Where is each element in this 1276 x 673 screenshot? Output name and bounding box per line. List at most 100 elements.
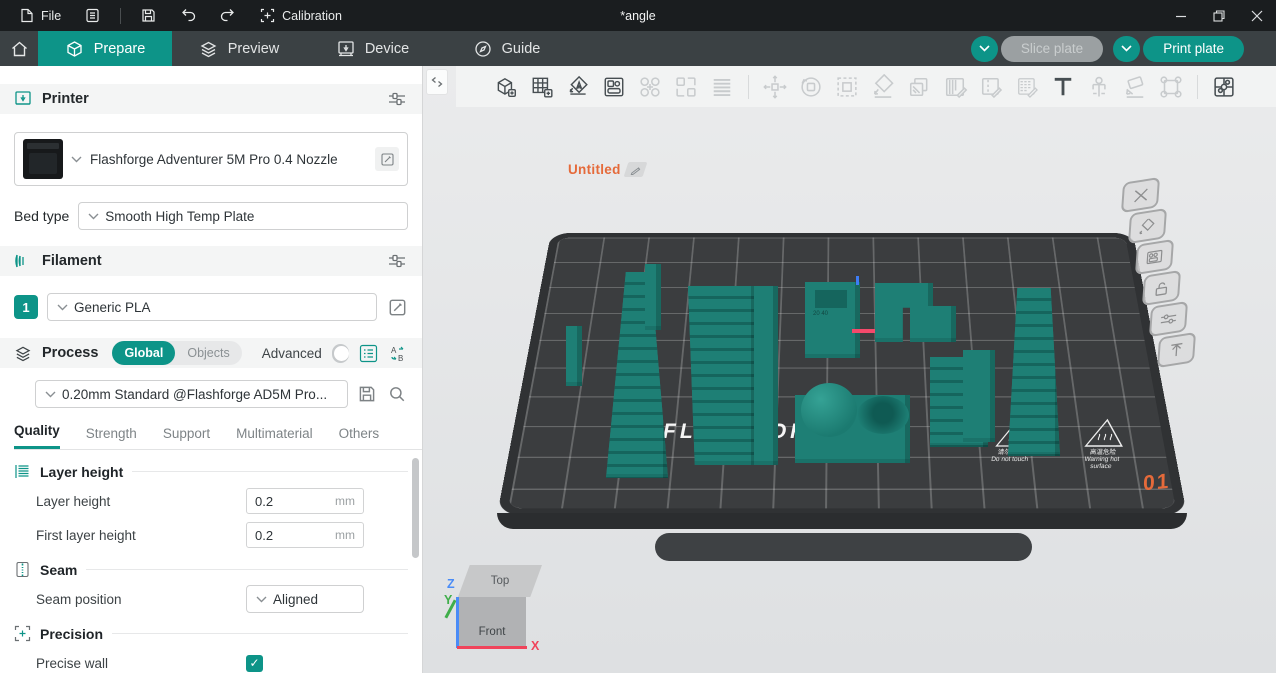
filament-preset-select[interactable]: Generic PLA (47, 293, 377, 321)
tab-multimaterial[interactable]: Multimaterial (236, 426, 313, 449)
undo-icon (180, 8, 196, 23)
minimize-button[interactable] (1162, 0, 1200, 31)
model-dome[interactable] (801, 383, 857, 437)
navcube-top-face[interactable]: Top (458, 565, 542, 597)
print-options-dropdown[interactable] (1113, 36, 1140, 62)
variable-layer-height-button[interactable] (708, 73, 736, 101)
printer-section-header: Printer (0, 84, 422, 114)
model-l-block-2[interactable] (910, 306, 956, 342)
model-bridge-column[interactable] (963, 350, 995, 442)
home-button[interactable] (0, 31, 38, 66)
tab-prepare[interactable]: Prepare (38, 31, 172, 66)
split-to-parts-button[interactable] (672, 73, 700, 101)
advanced-toggle[interactable] (332, 344, 349, 363)
tab-strength[interactable]: Strength (86, 426, 137, 449)
scope-global-option[interactable]: Global (112, 341, 175, 365)
filament-section-header: Filament (0, 246, 422, 276)
calibration-button[interactable]: Calibration (250, 0, 352, 31)
process-icon (14, 345, 32, 362)
model-bowl[interactable] (857, 396, 909, 434)
rotate-button[interactable] (797, 73, 825, 101)
filament-slot-badge[interactable]: 1 (14, 295, 38, 319)
layer-height-input[interactable] (255, 494, 315, 509)
bed-type-select[interactable]: Smooth High Temp Plate (78, 202, 408, 230)
add-object-button[interactable] (492, 73, 520, 101)
lock-plate-button[interactable] (1142, 270, 1181, 306)
clone-button[interactable] (905, 73, 933, 101)
bed-type-value: Smooth High Temp Plate (105, 209, 254, 224)
advanced-label: Advanced (262, 346, 322, 361)
tab-preview[interactable]: Preview (172, 31, 306, 66)
edit-printer-button[interactable] (375, 147, 399, 171)
layer-height-label: Layer height (36, 494, 246, 509)
undo-button[interactable] (170, 0, 206, 31)
split-to-objects-button[interactable] (636, 73, 664, 101)
slice-plate-button[interactable]: Slice plate (1001, 36, 1103, 62)
axis-z-label: Z (447, 577, 455, 591)
scope-objects-option[interactable]: Objects (175, 341, 241, 365)
fuzzy-skin-painting-button[interactable] (1013, 73, 1041, 101)
slice-options-dropdown[interactable] (971, 36, 998, 62)
device-icon (337, 40, 355, 58)
close-button[interactable] (1238, 0, 1276, 31)
arrange-plate-button[interactable] (1135, 239, 1174, 275)
height-range-modifier-button[interactable] (941, 73, 969, 101)
model-staircase-column[interactable] (754, 286, 778, 465)
sidebar-scrollbar[interactable] (412, 458, 419, 668)
text-tool-button[interactable] (1049, 73, 1077, 101)
add-plate-button[interactable] (528, 73, 556, 101)
orient-plate-button[interactable] (1128, 208, 1167, 244)
precise-wall-checkbox[interactable] (246, 655, 263, 672)
filament-section-title: Filament (42, 253, 102, 269)
restore-button[interactable] (1200, 0, 1238, 31)
printer-settings-icon[interactable] (386, 88, 408, 110)
seam-position-label: Seam position (36, 592, 246, 607)
measure-button[interactable] (1085, 73, 1113, 101)
scale-button[interactable] (833, 73, 861, 101)
first-layer-height-input[interactable] (255, 528, 315, 543)
model-staircase-steps[interactable] (688, 286, 756, 465)
build-plate[interactable] (497, 233, 1187, 515)
delete-plate-button[interactable] (1121, 177, 1160, 213)
save-button[interactable] (131, 0, 166, 31)
lay-on-face-button[interactable] (869, 73, 897, 101)
calibration-icon (260, 8, 275, 23)
navcube-front-face[interactable]: Front (458, 597, 526, 648)
model-thin-wall[interactable] (566, 326, 582, 386)
mesh-boolean-button[interactable] (1157, 73, 1185, 101)
model-block-window[interactable]: 20 40 (805, 282, 860, 358)
rename-plate-button[interactable] (623, 162, 647, 177)
filament-settings-icon[interactable] (386, 250, 408, 272)
precision-group-icon (14, 625, 31, 642)
arrange-button[interactable] (600, 73, 628, 101)
seam-painting-button[interactable] (977, 73, 1005, 101)
tab-quality[interactable]: Quality (14, 423, 60, 449)
redo-button[interactable] (210, 0, 246, 31)
file-menu[interactable]: File (10, 0, 71, 31)
seam-marker-blue (856, 276, 859, 285)
process-preset-select[interactable]: 0.20mm Standard @Flashforge AD5M Pro... (35, 380, 348, 408)
model-pillar[interactable] (645, 264, 661, 330)
plate-settings-button[interactable] (1149, 301, 1188, 337)
tab-device[interactable]: Device (306, 31, 440, 66)
tab-support[interactable]: Support (163, 426, 210, 449)
tab-guide[interactable]: Guide (440, 31, 574, 66)
move-plate-up-button[interactable] (1157, 332, 1196, 368)
tab-others[interactable]: Others (339, 426, 380, 449)
seam-position-select[interactable]: Aligned (246, 585, 364, 613)
search-preset-icon[interactable] (386, 383, 408, 405)
redo-icon (220, 8, 236, 23)
parameter-list-icon[interactable] (359, 342, 378, 364)
notes-menu-button[interactable] (75, 0, 110, 31)
print-plate-button[interactable]: Print plate (1143, 36, 1244, 62)
sidebar-collapse-button[interactable] (426, 69, 448, 95)
move-button[interactable] (761, 73, 789, 101)
save-preset-icon[interactable] (356, 383, 378, 405)
auto-orient-button[interactable] (564, 73, 592, 101)
compare-presets-icon[interactable]: A B (388, 342, 408, 364)
assembly-view-button[interactable] (1210, 73, 1238, 101)
cut-button[interactable] (1121, 73, 1149, 101)
3d-viewport[interactable]: Untitled FLASHFORGE 请勿触摸 Do not touch 高温… (423, 66, 1276, 673)
printer-preset-box[interactable]: Flashforge Adventurer 5M Pro 0.4 Nozzle (14, 132, 408, 186)
edit-filament-button[interactable] (386, 296, 408, 318)
